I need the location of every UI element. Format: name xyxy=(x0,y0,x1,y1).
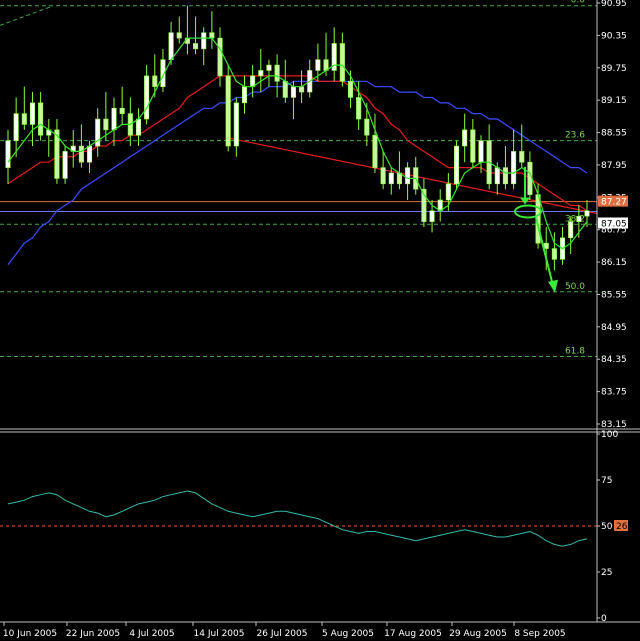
price-tick-label: 84.35 xyxy=(601,355,627,365)
rsi-tick-label: 0 xyxy=(601,614,607,624)
candle-body xyxy=(38,102,44,136)
candle-body xyxy=(543,242,549,249)
candle-body xyxy=(429,210,435,222)
x-tick-label: 8 Sep 2005 xyxy=(514,629,565,639)
candle-body xyxy=(217,37,223,77)
candle-body xyxy=(13,113,19,141)
candle-body xyxy=(282,80,288,98)
candle-body xyxy=(144,75,150,120)
x-tick-label: 5 Aug 2005 xyxy=(322,629,374,639)
rsi-tick-label: 25 xyxy=(601,568,612,578)
rsi-tick-label: 50 xyxy=(601,522,613,532)
candle-body xyxy=(274,64,280,82)
candle-body xyxy=(193,43,199,50)
price-tick-label: 83.15 xyxy=(601,420,627,430)
rsi-tick-label: 100 xyxy=(601,430,618,440)
price-tick-label: 83.75 xyxy=(601,388,627,398)
background xyxy=(0,0,640,641)
price-tick-label: 88.55 xyxy=(601,129,627,139)
candle-body xyxy=(470,129,476,163)
candle-body xyxy=(152,75,158,87)
rsi-value-label: 26 xyxy=(616,522,628,532)
candle-body xyxy=(119,107,125,114)
candle-body xyxy=(5,140,11,168)
candle-body xyxy=(551,248,557,260)
candle-body xyxy=(111,107,117,131)
price-tick-label: 86.15 xyxy=(601,258,627,268)
candle-body xyxy=(299,86,305,93)
fib-level-label: 50.0 xyxy=(565,282,585,292)
candle-body xyxy=(168,32,174,60)
candle-body xyxy=(339,43,345,82)
candle-body xyxy=(62,151,68,179)
price-tick-label: 85.55 xyxy=(601,290,627,300)
fib-level-label: 61.8 xyxy=(565,347,585,357)
candle-body xyxy=(21,113,27,125)
x-tick-label: 4 Jul 2005 xyxy=(129,629,174,639)
candle-body xyxy=(233,102,239,147)
x-tick-label: 10 Jun 2005 xyxy=(3,629,57,639)
candle-body xyxy=(462,129,468,147)
x-tick-label: 29 Aug 2005 xyxy=(449,629,507,639)
fib-level-label: 0.0 xyxy=(571,0,586,6)
candle-body xyxy=(258,70,264,77)
candle-body xyxy=(380,167,386,185)
candle-body xyxy=(511,151,517,185)
candle-body xyxy=(453,145,460,185)
rsi-tick-label: 75 xyxy=(601,476,612,486)
candle-body xyxy=(176,32,182,39)
candle-body xyxy=(445,183,451,201)
candle-body xyxy=(388,172,394,185)
candle-body xyxy=(201,32,207,50)
candle-body xyxy=(225,75,231,147)
candle-body xyxy=(241,86,248,104)
candle-body xyxy=(502,167,508,185)
price-tick-label: 87.95 xyxy=(601,161,627,171)
x-tick-label: 26 Jul 2005 xyxy=(257,629,308,639)
price-label-text: 87.05 xyxy=(601,220,627,230)
candle-body xyxy=(372,134,378,168)
chart-canvas: 0.0 23.6 38.2 50.0 61.8 90.95 90.35 89.75 89.15… xyxy=(0,0,640,641)
candle-body xyxy=(29,102,36,125)
price-tick-label: 90.95 xyxy=(601,0,627,9)
candle-body xyxy=(315,59,321,71)
candle-body xyxy=(87,145,93,163)
price-tick-label: 89.15 xyxy=(601,96,627,106)
x-tick-label: 22 Jun 2005 xyxy=(66,629,120,639)
price-tick-label: 84.95 xyxy=(601,323,627,333)
candle-body xyxy=(356,97,362,120)
candle-body xyxy=(364,118,370,136)
candle-body xyxy=(78,145,84,163)
candle-body xyxy=(290,86,296,98)
candle-body xyxy=(519,151,525,163)
candle-body xyxy=(266,64,272,71)
candle-body xyxy=(135,118,142,136)
candle-body xyxy=(405,167,411,185)
candle-body xyxy=(347,80,354,98)
candle-body xyxy=(209,32,215,39)
price-label-text: 87.27 xyxy=(601,198,627,208)
candle-body xyxy=(576,215,582,222)
x-tick-label: 17 Aug 2005 xyxy=(384,629,442,639)
price-tick-label: 89.75 xyxy=(601,64,627,74)
candle-body xyxy=(584,210,590,217)
candle-body xyxy=(494,167,500,185)
fib-level-label: 23.6 xyxy=(565,131,585,141)
fib-level-label: 38.2 xyxy=(565,214,585,224)
price-tick-label: 90.35 xyxy=(601,31,627,41)
candle-body xyxy=(568,221,574,239)
x-tick-label: 14 Jul 2005 xyxy=(194,629,245,639)
candle-body xyxy=(478,140,484,163)
candle-body xyxy=(103,118,109,131)
